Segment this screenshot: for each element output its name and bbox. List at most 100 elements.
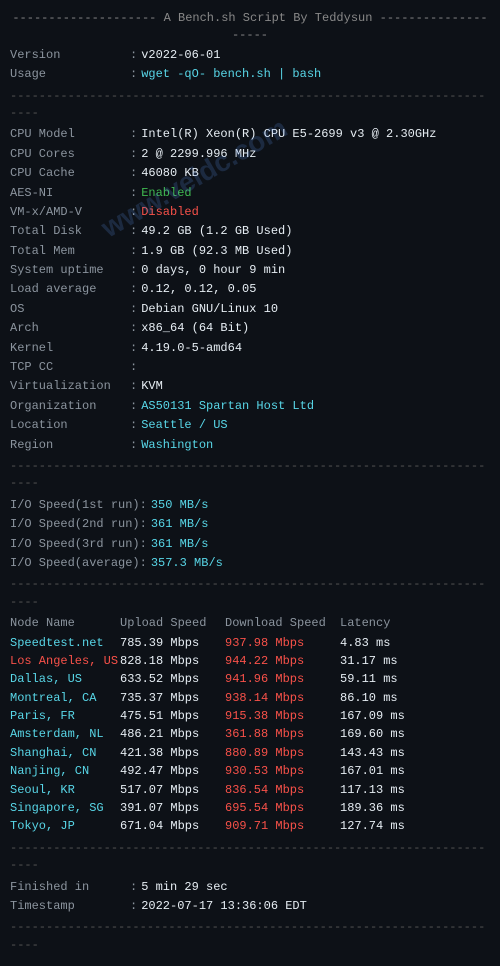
cpu-cache-value: 46080 KB bbox=[141, 165, 199, 182]
speed-download: 915.38 Mbps bbox=[225, 708, 340, 725]
total-mem-value: 1.9 GB (92.3 MB Used) bbox=[141, 243, 292, 260]
kernel-value: 4.19.0-5-amd64 bbox=[141, 340, 242, 357]
speed-upload: 391.07 Mbps bbox=[120, 800, 225, 817]
speed-latency: 127.74 ms bbox=[340, 818, 420, 835]
table-row: Paris, FR 475.51 Mbps 915.38 Mbps 167.09… bbox=[10, 708, 490, 725]
speed-node: Amsterdam, NL bbox=[10, 726, 120, 743]
usage-value: wget -qO- bench.sh | bash bbox=[141, 66, 321, 83]
speed-download: 930.53 Mbps bbox=[225, 763, 340, 780]
load-label: Load average bbox=[10, 281, 130, 298]
speed-download: 938.14 Mbps bbox=[225, 690, 340, 707]
table-row: Los Angeles, US 828.18 Mbps 944.22 Mbps … bbox=[10, 653, 490, 670]
io-run2-value: 361 MB/s bbox=[151, 516, 209, 533]
os-row: OS : Debian GNU/Linux 10 bbox=[10, 301, 490, 318]
speed-latency: 31.17 ms bbox=[340, 653, 420, 670]
region-label: Region bbox=[10, 437, 130, 454]
io-run2-label: I/O Speed(2nd run) bbox=[10, 516, 140, 533]
timestamp-label: Timestamp bbox=[10, 898, 130, 915]
divider-4: ----------------------------------------… bbox=[10, 840, 490, 875]
speed-table-header: Node Name Upload Speed Download Speed La… bbox=[10, 615, 490, 632]
uptime-label: System uptime bbox=[10, 262, 130, 279]
speed-latency: 59.11 ms bbox=[340, 671, 420, 688]
aes-value: Enabled bbox=[141, 185, 191, 202]
kernel-label: Kernel bbox=[10, 340, 130, 357]
table-row: Singapore, SG 391.07 Mbps 695.54 Mbps 18… bbox=[10, 800, 490, 817]
total-disk-row: Total Disk : 49.2 GB (1.2 GB Used) bbox=[10, 223, 490, 240]
table-row: Tokyo, JP 671.04 Mbps 909.71 Mbps 127.74… bbox=[10, 818, 490, 835]
virt-value: KVM bbox=[141, 378, 163, 395]
os-label: OS bbox=[10, 301, 130, 318]
speed-latency: 143.43 ms bbox=[340, 745, 420, 762]
io-run3-row: I/O Speed(3rd run) : 361 MB/s bbox=[10, 536, 490, 553]
cpu-model-value: Intel(R) Xeon(R) CPU E5-2699 v3 @ 2.30GH… bbox=[141, 126, 436, 143]
speed-latency: 117.13 ms bbox=[340, 782, 420, 799]
speed-upload: 517.07 Mbps bbox=[120, 782, 225, 799]
table-row: Amsterdam, NL 486.21 Mbps 361.88 Mbps 16… bbox=[10, 726, 490, 743]
tcp-label: TCP CC bbox=[10, 359, 130, 376]
col-header-latency: Latency bbox=[340, 615, 420, 632]
finished-value: 5 min 29 sec bbox=[141, 879, 227, 896]
speed-upload: 421.38 Mbps bbox=[120, 745, 225, 762]
table-row: Speedtest.net 785.39 Mbps 937.98 Mbps 4.… bbox=[10, 635, 490, 652]
kernel-row: Kernel : 4.19.0-5-amd64 bbox=[10, 340, 490, 357]
table-row: Nanjing, CN 492.47 Mbps 930.53 Mbps 167.… bbox=[10, 763, 490, 780]
speed-download: 836.54 Mbps bbox=[225, 782, 340, 799]
speed-upload: 492.47 Mbps bbox=[120, 763, 225, 780]
tcp-row: TCP CC : bbox=[10, 359, 490, 376]
speed-upload: 671.04 Mbps bbox=[120, 818, 225, 835]
speed-node: Nanjing, CN bbox=[10, 763, 120, 780]
speed-latency: 86.10 ms bbox=[340, 690, 420, 707]
speed-download: 944.22 Mbps bbox=[225, 653, 340, 670]
speed-node: Tokyo, JP bbox=[10, 818, 120, 835]
io-run1-value: 350 MB/s bbox=[151, 497, 209, 514]
finished-label: Finished in bbox=[10, 879, 130, 896]
aes-label: AES-NI bbox=[10, 185, 130, 202]
speed-node: Speedtest.net bbox=[10, 635, 120, 652]
uptime-row: System uptime : 0 days, 0 hour 9 min bbox=[10, 262, 490, 279]
speed-node: Dallas, US bbox=[10, 671, 120, 688]
load-value: 0.12, 0.12, 0.05 bbox=[141, 281, 256, 298]
io-avg-value: 357.3 MB/s bbox=[151, 555, 223, 572]
usage-label: Usage bbox=[10, 66, 130, 83]
org-row: Organization : AS50131 Spartan Host Ltd bbox=[10, 398, 490, 415]
speed-upload: 785.39 Mbps bbox=[120, 635, 225, 652]
version-label: Version bbox=[10, 47, 130, 64]
speed-node: Montreal, CA bbox=[10, 690, 120, 707]
script-header: -------------------- A Bench.sh Script B… bbox=[10, 10, 490, 45]
speed-download: 880.89 Mbps bbox=[225, 745, 340, 762]
virt-label: Virtualization bbox=[10, 378, 130, 395]
divider-5: ----------------------------------------… bbox=[10, 919, 490, 954]
total-mem-row: Total Mem : 1.9 GB (92.3 MB Used) bbox=[10, 243, 490, 260]
cpu-model-row: CPU Model : Intel(R) Xeon(R) CPU E5-2699… bbox=[10, 126, 490, 143]
cpu-cores-label: CPU Cores bbox=[10, 146, 130, 163]
uptime-value: 0 days, 0 hour 9 min bbox=[141, 262, 285, 279]
load-row: Load average : 0.12, 0.12, 0.05 bbox=[10, 281, 490, 298]
os-value: Debian GNU/Linux 10 bbox=[141, 301, 278, 318]
total-disk-value: 49.2 GB (1.2 GB Used) bbox=[141, 223, 292, 240]
divider-2: ----------------------------------------… bbox=[10, 458, 490, 493]
speed-upload: 828.18 Mbps bbox=[120, 653, 225, 670]
speed-latency: 167.01 ms bbox=[340, 763, 420, 780]
speed-upload: 633.52 Mbps bbox=[120, 671, 225, 688]
org-label: Organization bbox=[10, 398, 130, 415]
region-row: Region : Washington bbox=[10, 437, 490, 454]
speed-latency: 169.60 ms bbox=[340, 726, 420, 743]
vm-value: Disabled bbox=[141, 204, 199, 221]
speed-upload: 486.21 Mbps bbox=[120, 726, 225, 743]
speed-upload: 475.51 Mbps bbox=[120, 708, 225, 725]
cpu-cores-row: CPU Cores : 2 @ 2299.996 MHz bbox=[10, 146, 490, 163]
col-header-node: Node Name bbox=[10, 615, 120, 632]
speed-node: Paris, FR bbox=[10, 708, 120, 725]
cpu-cores-value: 2 @ 2299.996 MHz bbox=[141, 146, 256, 163]
timestamp-value: 2022-07-17 13:36:06 EDT bbox=[141, 898, 307, 915]
speed-download: 937.98 Mbps bbox=[225, 635, 340, 652]
col-header-upload: Upload Speed bbox=[120, 615, 225, 632]
table-row: Dallas, US 633.52 Mbps 941.96 Mbps 59.11… bbox=[10, 671, 490, 688]
version-row: Version : v2022-06-01 bbox=[10, 47, 490, 64]
arch-label: Arch bbox=[10, 320, 130, 337]
vm-label: VM-x/AMD-V bbox=[10, 204, 130, 221]
io-run3-label: I/O Speed(3rd run) bbox=[10, 536, 140, 553]
speed-node: Seoul, KR bbox=[10, 782, 120, 799]
speed-latency: 167.09 ms bbox=[340, 708, 420, 725]
timestamp-row: Timestamp : 2022-07-17 13:36:06 EDT bbox=[10, 898, 490, 915]
